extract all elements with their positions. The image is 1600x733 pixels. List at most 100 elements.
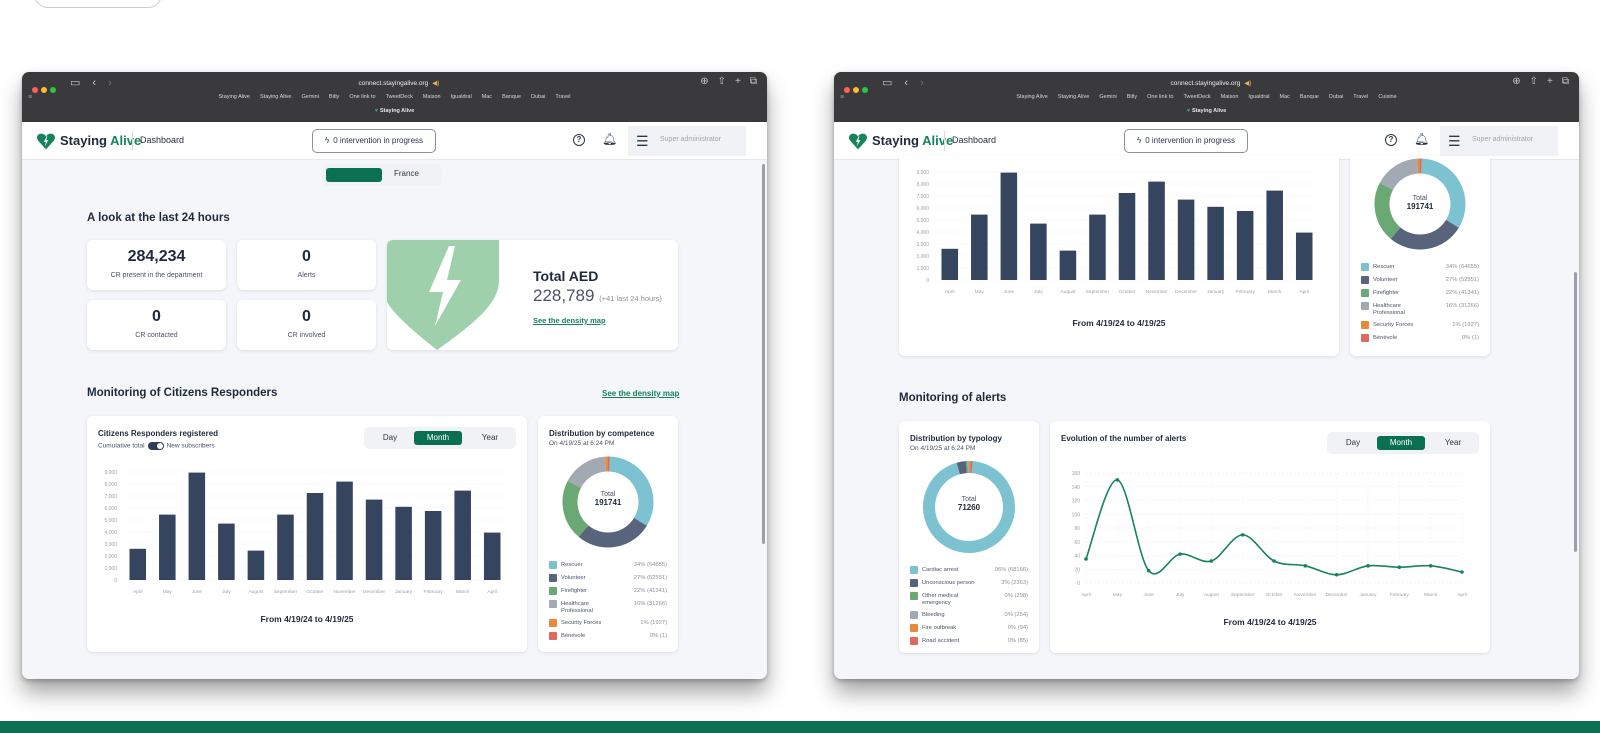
legend-item[interactable]: Other medical emergency 0% (298) bbox=[910, 591, 1028, 610]
tabs-overview-icon[interactable]: ⧉ bbox=[750, 76, 757, 87]
bookmark-item[interactable]: Bitly bbox=[1127, 94, 1137, 100]
tab-france[interactable]: France bbox=[394, 169, 419, 178]
close-window-icon[interactable] bbox=[32, 87, 38, 93]
bookmark-item[interactable]: Cuisine bbox=[1378, 94, 1396, 100]
legend-item[interactable]: Firefighter 22% (41341) bbox=[549, 586, 667, 599]
bookmark-item[interactable]: Staying Alive bbox=[219, 94, 251, 100]
bookmark-item[interactable]: Bitly bbox=[329, 94, 339, 100]
minimize-window-icon[interactable] bbox=[853, 87, 859, 93]
bookmark-item[interactable]: TweetDeck bbox=[1183, 94, 1210, 100]
help-icon[interactable]: ? bbox=[1385, 134, 1397, 146]
kpi-label: CR present in the department bbox=[110, 272, 203, 279]
maximize-window-icon[interactable] bbox=[50, 87, 56, 93]
back-icon[interactable]: ‹ bbox=[92, 77, 96, 89]
bell-icon[interactable]: 🔔︎ bbox=[602, 132, 617, 146]
bookmark-item[interactable]: Maison bbox=[1221, 94, 1239, 100]
bookmark-item[interactable]: Staying Alive bbox=[1016, 94, 1048, 100]
new-tab-icon[interactable]: + bbox=[1547, 76, 1553, 87]
aed-density-map-link[interactable]: See the density map bbox=[533, 316, 606, 325]
tab-country-active[interactable] bbox=[326, 168, 382, 182]
legend-item[interactable]: Unconscious person 3% (2363) bbox=[910, 578, 1028, 591]
period-month[interactable]: Month bbox=[1377, 436, 1425, 450]
period-month[interactable]: Month bbox=[414, 431, 462, 445]
legend-item[interactable]: Fire outbreak 0% (94) bbox=[910, 623, 1028, 636]
minimize-window-icon[interactable] bbox=[41, 87, 47, 93]
forward-icon[interactable]: › bbox=[920, 77, 924, 89]
new-tab-icon[interactable]: + bbox=[735, 76, 741, 87]
bookmark-item[interactable]: One link to bbox=[349, 94, 375, 100]
user-menu[interactable]: ☰ Super administrator bbox=[628, 126, 746, 156]
browser-tab[interactable]: ♥ Staying Alive bbox=[22, 108, 767, 120]
cumulative-toggle[interactable] bbox=[147, 442, 164, 450]
bookmark-item[interactable]: Travel bbox=[555, 94, 570, 100]
user-menu[interactable]: ☰ Super administrator bbox=[1440, 126, 1558, 156]
bookmark-item[interactable]: Dubai bbox=[1329, 94, 1343, 100]
intervention-button[interactable]: ϟ0 intervention in progress bbox=[312, 129, 436, 153]
bookmark-item[interactable]: Igualdral bbox=[1248, 94, 1269, 100]
legend-item[interactable]: Volunteer 27% (52551) bbox=[549, 573, 667, 586]
legend-item[interactable]: Security Forces 1% (1927) bbox=[1361, 320, 1479, 333]
back-icon[interactable]: ‹ bbox=[904, 77, 908, 89]
brand-name[interactable]: Staying Alive bbox=[60, 133, 141, 148]
legend-item[interactable]: Healthcare Professional 16% (31266) bbox=[1361, 301, 1479, 320]
sidebar-icon[interactable]: ▭ bbox=[70, 77, 80, 89]
legend-item[interactable]: Rescuer 34% (64655) bbox=[549, 560, 667, 573]
bookmark-item[interactable]: Gemini bbox=[1099, 94, 1116, 100]
bookmark-item[interactable]: One link to bbox=[1147, 94, 1173, 100]
address-bar[interactable]: connect.stayingalive.org ◀) bbox=[254, 77, 544, 90]
bookmark-item[interactable]: Mac bbox=[1280, 94, 1290, 100]
period-year[interactable]: Year bbox=[1429, 436, 1477, 450]
forward-icon[interactable]: › bbox=[108, 77, 112, 89]
bell-icon[interactable]: 🔔︎ bbox=[1414, 132, 1429, 146]
intervention-button[interactable]: ϟ0 intervention in progress bbox=[1124, 129, 1248, 153]
y-tick-label: 9,000 bbox=[916, 170, 929, 176]
close-window-icon[interactable] bbox=[844, 87, 850, 93]
legend-item[interactable]: Healthcare Professional 16% (31266) bbox=[549, 599, 667, 618]
nav-dashboard[interactable]: Dashboard bbox=[952, 135, 996, 145]
bookmark-item[interactable]: Gemini bbox=[302, 94, 319, 100]
legend-item[interactable]: Volunteer 27% (52551) bbox=[1361, 275, 1479, 288]
download-icon[interactable]: ⊕ bbox=[1512, 76, 1520, 87]
sidebar-icon[interactable]: ▭ bbox=[882, 77, 892, 89]
legend-item[interactable]: Security Forces 1% (1927) bbox=[549, 618, 667, 631]
page-scrollbar[interactable] bbox=[762, 164, 765, 544]
legend-item[interactable]: Road accident 0% (85) bbox=[910, 636, 1028, 649]
period-day[interactable]: Day bbox=[1329, 436, 1377, 450]
page-scrollbar[interactable] bbox=[1574, 272, 1577, 552]
legend-item[interactable]: Bénévole 0% (1) bbox=[549, 631, 667, 644]
bookmark-item[interactable]: Maison bbox=[423, 94, 441, 100]
top-cropped-pill bbox=[34, 0, 162, 8]
address-bar[interactable]: connect.stayingalive.org ◀) bbox=[1066, 77, 1356, 90]
hamburger-menu-icon[interactable]: ☰ bbox=[636, 133, 649, 150]
period-day[interactable]: Day bbox=[366, 431, 414, 445]
density-map-link[interactable]: See the density map bbox=[602, 389, 679, 398]
bookmark-item[interactable]: Mac bbox=[482, 94, 492, 100]
bookmark-item[interactable]: Travel bbox=[1353, 94, 1368, 100]
legend-item[interactable]: Rescuer 34% (64655) bbox=[1361, 262, 1479, 275]
chart-date-range: From 4/19/24 to 4/19/25 bbox=[1223, 617, 1317, 627]
share-icon[interactable]: ⇧ bbox=[718, 76, 726, 87]
brand-name[interactable]: Staying Alive bbox=[872, 133, 953, 148]
period-year[interactable]: Year bbox=[466, 431, 514, 445]
tabs-overview-icon[interactable]: ⧉ bbox=[1562, 76, 1569, 87]
legend-item[interactable]: Firefighter 22% (41341) bbox=[1361, 288, 1479, 301]
help-icon[interactable]: ? bbox=[573, 134, 585, 146]
bookmark-item[interactable]: Igualdral bbox=[451, 94, 472, 100]
bookmark-item[interactable]: Staying Alive bbox=[1058, 94, 1090, 100]
legend-item[interactable]: Bénévole 0% (1) bbox=[1361, 333, 1479, 346]
hamburger-menu-icon[interactable]: ☰ bbox=[1448, 133, 1461, 150]
bookmark-item[interactable]: TweetDeck bbox=[386, 94, 413, 100]
share-icon[interactable]: ⇧ bbox=[1530, 76, 1538, 87]
legend-item[interactable]: Bleeding 0% (254) bbox=[910, 610, 1028, 623]
speaker-icon[interactable]: ◀) bbox=[432, 80, 439, 87]
browser-tab[interactable]: ♥ Staying Alive bbox=[834, 108, 1579, 120]
nav-dashboard[interactable]: Dashboard bbox=[140, 135, 184, 145]
speaker-icon[interactable]: ◀) bbox=[1244, 80, 1251, 87]
bookmark-item[interactable]: Banque bbox=[502, 94, 521, 100]
maximize-window-icon[interactable] bbox=[862, 87, 868, 93]
bookmark-item[interactable]: Banque bbox=[1300, 94, 1319, 100]
bookmark-item[interactable]: Dubai bbox=[531, 94, 545, 100]
bookmark-item[interactable]: Staying Alive bbox=[260, 94, 292, 100]
legend-item[interactable]: Cardiac arrest 96% (68166) bbox=[910, 565, 1028, 578]
download-icon[interactable]: ⊕ bbox=[700, 76, 708, 87]
